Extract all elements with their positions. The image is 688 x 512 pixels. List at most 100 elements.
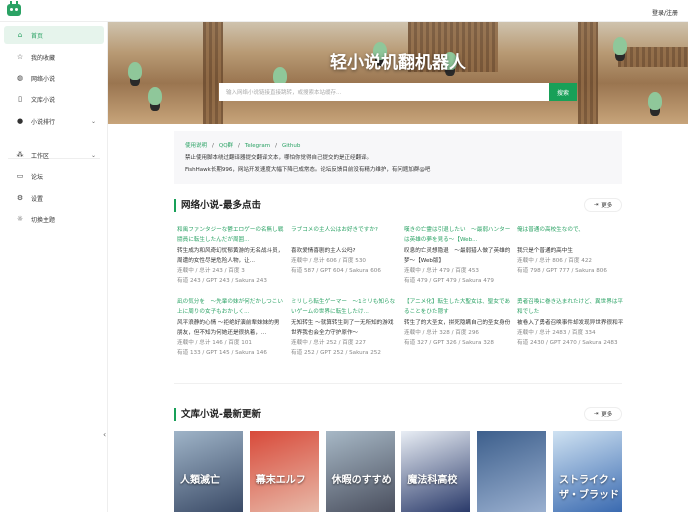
web-novel-card[interactable]: ミリしら転生ゲーマー ～1ミリも知らないゲームの世界に転生したけ... 无知转生 … xyxy=(291,297,399,359)
sidebar-item-settings[interactable]: ⚙ 设置 xyxy=(4,189,104,207)
section-title-wenku: 文库小说-最新更新 xyxy=(174,408,261,421)
novel-translation-stats: 有道 479 / GPT 479 / Sakura 479 xyxy=(404,278,494,285)
novel-title[interactable]: ミリしら転生ゲーマー ～1ミリも知らないゲームの世界に転生したけ... xyxy=(291,297,399,318)
bookshelf-decor xyxy=(203,22,223,124)
web-novel-card[interactable]: ラブコメの主人公はお好きですか? 喜欢爱情喜剧的主人公吗? 连载中 / 总计 606… xyxy=(291,225,399,276)
novel-title[interactable]: 【アニメ化】転生した大聖女は、聖女であることをひた隠す xyxy=(404,297,512,318)
novel-translation-stats: 有道 133 / GPT 145 / Sakura 146 xyxy=(177,350,267,357)
globe-icon: ◍ xyxy=(16,74,24,82)
wenku-more-button[interactable]: ⇥ 更多 xyxy=(584,407,622,421)
notice-box: 使用说明 / QQ群 / Telegram / Github 禁止使用脚本绕过翻译器提交翻译… xyxy=(174,131,622,184)
novel-stats: 连载中 / 总计 806 / 百度 422 xyxy=(517,257,592,264)
sidebar-item-label: 文库小说 xyxy=(31,96,56,104)
gear-icon: ⚙ xyxy=(16,194,24,202)
sidebar-item-label: 切换主题 xyxy=(31,216,56,224)
web-novel-card[interactable]: 凪の気分を ～先輩の妹が何だかしつこい上に周りの女子もおかしく... 风平浪静的心… xyxy=(177,297,285,359)
more-icon: ⇥ xyxy=(593,202,599,208)
character-decor xyxy=(148,87,162,105)
sidebar-item-wenku-novels[interactable]: ▯ 文库小说 xyxy=(4,90,104,108)
star-icon: ☆ xyxy=(16,53,24,61)
novel-stats: 连载中 / 总计 2483 / 百度 334 xyxy=(517,329,596,336)
sidebar-item-label: 小说排行 xyxy=(31,118,56,126)
cover-title-art: 魔法科高校 xyxy=(407,475,458,486)
novel-translated-title: 风平浪静的心情 ～拒绝好演前辈妹妹的男朋友，但不知为何她还是很执着，... xyxy=(177,319,280,336)
home-icon: ⌂ xyxy=(17,31,23,39)
sun-icon: ☼ xyxy=(16,215,24,223)
wenku-cover[interactable] xyxy=(477,431,547,512)
novel-translated-title: 转生了的大圣女，拼死隐瞒自己的圣女身份 xyxy=(404,319,511,326)
robot-logo-icon[interactable] xyxy=(7,1,21,16)
sidebar-item-web-novels[interactable]: ◍ 网络小说 xyxy=(4,69,104,87)
wenku-cover[interactable]: 幕末エルフ xyxy=(249,431,319,512)
sidebar-item-label: 首页 xyxy=(31,32,44,40)
novel-stats: 连载中 / 总计 606 / 百度 530 xyxy=(291,257,366,264)
forum-icon: ▭ xyxy=(16,172,24,180)
sidebar-item-label: 工作区 xyxy=(31,152,50,160)
web-novel-card[interactable]: 勇者召喚に巻き込まれたけど、異世界は平和でした 被卷入了勇者召唤事件却发现异世界很… xyxy=(517,297,625,348)
workspace-icon: ⁂ xyxy=(16,151,24,159)
sidebar-item-favorites[interactable]: ☆ 我的收藏 xyxy=(4,48,104,66)
novel-translation-stats: 有道 587 / GPT 604 / Sakura 606 xyxy=(291,268,381,275)
chevron-down-icon: ⌄ xyxy=(90,117,96,125)
hero-banner: 轻小说机翻机器人 输入网络小说链接直接跳转，或搜索本站缓存... 搜索 xyxy=(108,22,688,124)
novel-stats: 连载中 / 总计 252 / 百度 227 xyxy=(291,340,366,347)
notice-line: FishHawk长期996，网站开发速度大幅下降已成常态。论坛反馈目前没有精力维… xyxy=(185,167,431,173)
qq-group-link[interactable]: QQ群 xyxy=(219,143,233,149)
novel-translated-title: 叹息的亡灵想隐退 ～最弱猎人做了英雄的梦～【Web版】 xyxy=(404,247,511,264)
login-register-link[interactable]: 登录/注册 xyxy=(652,8,678,17)
section-divider xyxy=(174,383,622,384)
novel-translation-stats: 有道 798 / GPT 777 / Sakura 806 xyxy=(517,268,607,275)
more-label: 更多 xyxy=(601,203,613,209)
novel-title[interactable]: ラブコメの主人公はお好きですか? xyxy=(291,225,399,246)
fire-icon: ● xyxy=(16,117,24,125)
novel-translation-stats: 有道 2430 / GPT 2470 / Sakura 2483 xyxy=(517,340,618,347)
cover-title-art: 休暇のすすめ xyxy=(331,475,392,486)
wenku-cover[interactable]: ストライク・ザ・ブラッド xyxy=(553,431,622,512)
more-icon: ⇥ xyxy=(593,411,599,417)
search-button[interactable]: 搜索 xyxy=(549,83,577,101)
web-novel-card[interactable]: 和風ファンタジーな鬱エロゲーの名無し戦闘員に転生したんだが周囲... 转生成为和风… xyxy=(177,225,285,287)
cover-title-art: 人類滅亡 xyxy=(180,475,220,486)
collapse-sidebar-chevron-icon[interactable]: ‹ xyxy=(103,430,106,439)
web-more-button[interactable]: ⇥ 更多 xyxy=(584,198,622,212)
novel-title[interactable]: 勇者召喚に巻き込まれたけど、異世界は平和でした xyxy=(517,297,625,318)
sidebar-item-theme[interactable]: ☼ 切换主题 xyxy=(4,210,104,228)
novel-translation-stats: 有道 327 / GPT 326 / Sakura 328 xyxy=(404,340,494,347)
novel-translation-stats: 有道 252 / GPT 252 / Sakura 252 xyxy=(291,350,381,357)
web-novel-card[interactable]: 嘆きの亡霊は引退したい ～最弱ハンターは英雄の夢を見る～【Web... 叹息的亡灵… xyxy=(404,225,512,287)
sidebar-item-label: 网络小说 xyxy=(31,75,56,83)
wenku-cover[interactable]: 休暇のすすめ xyxy=(325,431,395,512)
sidebar-item-label: 我的收藏 xyxy=(31,54,56,62)
telegram-link[interactable]: Telegram xyxy=(245,143,270,149)
section-title-web: 网络小说-最多点击 xyxy=(174,199,261,212)
site-title: 轻小说机翻机器人 xyxy=(330,53,466,73)
notice-links: 使用说明 / QQ群 / Telegram / Github xyxy=(185,143,301,149)
top-bar: 登录/注册 xyxy=(0,0,688,22)
chevron-down-icon: ⌄ xyxy=(90,151,96,159)
novel-translated-title: 喜欢爱情喜剧的主人公吗? xyxy=(291,247,356,254)
sidebar-item-ranking[interactable]: ● 小说排行 ⌄ xyxy=(4,112,104,130)
novel-title[interactable]: 和風ファンタジーな鬱エロゲーの名無し戦闘員に転生したんだが周囲... xyxy=(177,225,285,246)
web-novel-card[interactable]: 【アニメ化】転生した大聖女は、聖女であることをひた隠す 转生了的大圣女，拼死隐瞒自… xyxy=(404,297,512,348)
search-input[interactable]: 输入网络小说链接直接跳转，或搜索本站缓存... xyxy=(219,83,549,101)
novel-stats: 连载中 / 总计 243 / 百度 3 xyxy=(177,268,245,275)
wenku-cover[interactable]: 人類滅亡 xyxy=(174,431,243,512)
novel-title[interactable]: 嘆きの亡霊は引退したい ～最弱ハンターは英雄の夢を見る～【Web... xyxy=(404,225,512,246)
sidebar-item-forum[interactable]: ▭ 论坛 xyxy=(4,167,104,185)
sidebar-item-workspace[interactable]: ⁂ 工作区 ⌄ xyxy=(4,146,104,164)
book-icon: ▯ xyxy=(18,95,22,103)
sidebar-item-label: 设置 xyxy=(31,195,44,203)
usage-guide-link[interactable]: 使用说明 xyxy=(185,143,207,149)
sidebar-item-home[interactable]: ⌂ 首页 xyxy=(4,26,104,44)
cover-title-art: 幕末エルフ xyxy=(255,475,306,486)
sidebar-item-label: 论坛 xyxy=(31,173,44,181)
wenku-cover[interactable]: 魔法科高校 xyxy=(401,431,471,512)
web-novel-card[interactable]: 俺は普通の高校生なので、 我只是个普通的高中生 连载中 / 总计 806 / 百度 … xyxy=(517,225,625,276)
cover-title-art: ストライク・ザ・ブラッド xyxy=(559,475,619,501)
more-label: 更多 xyxy=(601,412,613,418)
novel-stats: 连载中 / 总计 479 / 百度 453 xyxy=(404,268,479,275)
novel-title[interactable]: 俺は普通の高校生なので、 xyxy=(517,225,625,246)
github-link[interactable]: Github xyxy=(282,143,300,149)
novel-title[interactable]: 凪の気分を ～先輩の妹が何だかしつこい上に周りの女子もおかしく... xyxy=(177,297,285,318)
novel-translated-title: 转生成为和风奇幻忧郁黄游的无名战斗员，周遭的女性尽是危险人物，让... xyxy=(177,247,284,264)
